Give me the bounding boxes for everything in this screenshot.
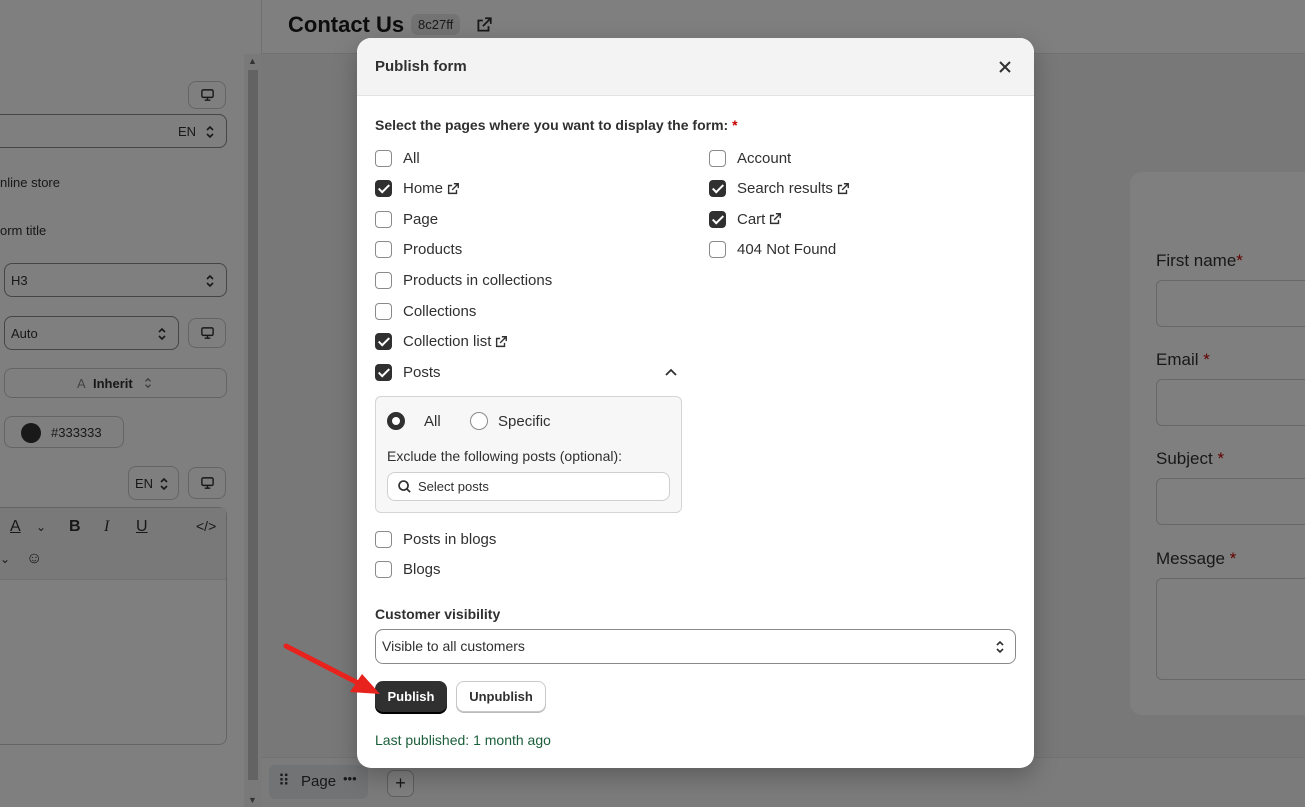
close-icon[interactable]: [994, 56, 1016, 78]
unpublish-button[interactable]: Unpublish: [456, 681, 546, 712]
page-option-label: Cart: [737, 210, 766, 228]
checkbox[interactable]: [709, 180, 726, 198]
customer-visibility-value: Visible to all customers: [382, 638, 525, 654]
external-link-icon[interactable]: [446, 182, 460, 196]
page-option-collection-list[interactable]: Collection list: [375, 331, 508, 353]
page-option-label: Blogs: [403, 561, 441, 579]
external-link-icon[interactable]: [836, 182, 850, 196]
select-arrows-icon: [996, 640, 1004, 654]
page-option-page[interactable]: Page: [375, 208, 438, 230]
checkbox[interactable]: [709, 210, 726, 228]
page-option-label: Page: [403, 210, 439, 228]
pages-prompt: Select the pages where you want to displ…: [375, 117, 738, 133]
chevron-up-icon[interactable]: [663, 365, 679, 381]
checkbox[interactable]: [375, 149, 392, 167]
external-link-icon[interactable]: [494, 335, 508, 349]
radio-all-label: All: [424, 412, 441, 430]
page-option-label: Products: [403, 241, 463, 259]
page-option-blogs[interactable]: Blogs: [375, 559, 441, 581]
page-option-posts[interactable]: Posts: [375, 361, 441, 383]
checkbox[interactable]: [375, 241, 392, 259]
checkbox[interactable]: [375, 561, 392, 579]
radio-all[interactable]: All: [387, 412, 441, 430]
select-posts-label: Select posts: [418, 479, 489, 494]
checkbox[interactable]: [375, 302, 392, 320]
checkbox[interactable]: [375, 333, 392, 351]
search-icon: [398, 480, 411, 493]
page-option-products-in-collections[interactable]: Products in collections: [375, 269, 552, 291]
external-link-icon[interactable]: [768, 212, 782, 226]
publish-form-modal: Publish form Select the pages where you …: [357, 38, 1034, 768]
page-option-collections[interactable]: Collections: [375, 300, 476, 322]
page-option-home[interactable]: Home: [375, 178, 460, 200]
radio-all-control[interactable]: [387, 412, 405, 430]
last-published-text: Last published: 1 month ago: [375, 732, 551, 748]
page-option-label: Search results: [737, 180, 833, 198]
checkbox[interactable]: [375, 180, 392, 198]
page-option-label: Collections: [403, 302, 477, 320]
checkbox[interactable]: [375, 210, 392, 228]
customer-visibility-label: Customer visibility: [375, 606, 501, 622]
page-option-search-results[interactable]: Search results: [709, 178, 850, 200]
posts-options-panel: All Specific Exclude the following posts…: [375, 396, 682, 513]
checkbox[interactable]: [375, 271, 392, 289]
page-option-all[interactable]: All: [375, 147, 420, 169]
radio-specific[interactable]: Specific: [470, 412, 551, 430]
page-option-label: All: [403, 149, 420, 167]
page-option-label: Posts: [403, 363, 441, 381]
radio-specific-label: Specific: [498, 412, 551, 430]
page-option-label: Collection list: [403, 333, 492, 351]
checkbox[interactable]: [709, 149, 726, 167]
page-option-label: Posts in blogs: [403, 530, 497, 548]
checkbox[interactable]: [709, 241, 726, 259]
page-option-products[interactable]: Products: [375, 239, 462, 261]
page-option-posts-in-blogs[interactable]: Posts in blogs: [375, 528, 496, 550]
select-posts-button[interactable]: Select posts: [387, 472, 670, 501]
page-option-label: 404 Not Found: [737, 241, 837, 259]
page-option-label: Products in collections: [403, 271, 553, 289]
checkbox[interactable]: [375, 530, 392, 548]
exclude-posts-label: Exclude the following posts (optional):: [387, 448, 623, 464]
modal-title: Publish form: [375, 58, 467, 75]
page-option-label: Account: [737, 149, 792, 167]
checkbox[interactable]: [375, 363, 392, 381]
page-option-404-not-found[interactable]: 404 Not Found: [709, 239, 836, 261]
page-option-cart[interactable]: Cart: [709, 208, 782, 230]
radio-specific-control[interactable]: [470, 412, 488, 430]
customer-visibility-select[interactable]: Visible to all customers: [375, 629, 1016, 664]
modal-header: Publish form: [357, 38, 1034, 96]
page-option-account[interactable]: Account: [709, 147, 791, 169]
page-option-label: Home: [403, 180, 444, 198]
annotation-arrow-icon: [283, 643, 380, 694]
